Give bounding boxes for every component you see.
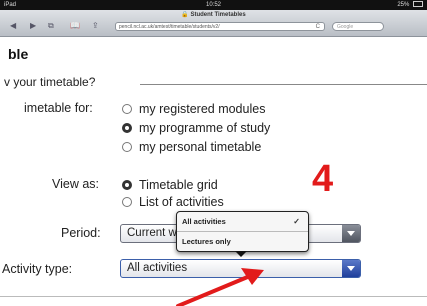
annotation-arrow <box>176 268 264 306</box>
annotation-arrow-shaft <box>176 274 252 306</box>
